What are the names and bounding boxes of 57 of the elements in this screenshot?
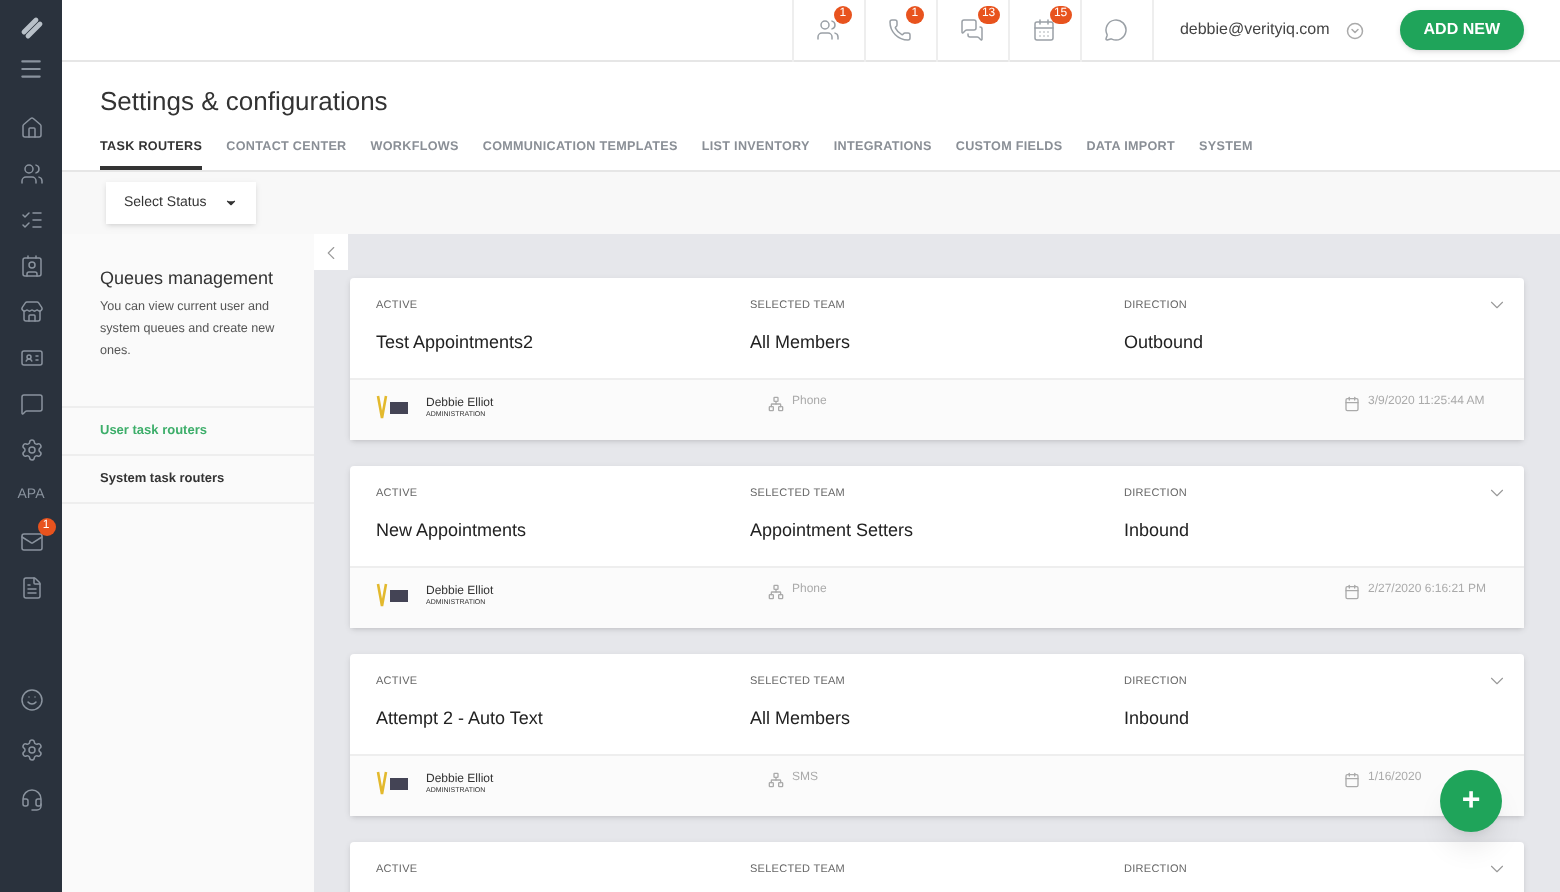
settings-icon (19, 738, 43, 762)
calendar-icon (1032, 18, 1057, 42)
direction-value: Inbound (1124, 520, 1192, 543)
sidebar-item[interactable] (19, 788, 43, 812)
contact-card-icon (19, 254, 43, 278)
direction-value: Outbound (1124, 332, 1206, 355)
calendar-icon (1344, 771, 1360, 788)
caret-icon (224, 196, 239, 211)
panel-title: Queues management (100, 268, 276, 291)
sidebar-item[interactable] (19, 576, 43, 600)
users-icon (816, 18, 841, 42)
routing-icon (768, 771, 784, 788)
sidebar-item[interactable] (19, 116, 43, 140)
smiley-icon (19, 688, 43, 712)
store-icon (19, 300, 43, 324)
messages-icon (960, 18, 985, 42)
team-value: Appointment Setters (750, 520, 916, 543)
logo-icon (19, 16, 43, 40)
team-value: All Members (750, 708, 853, 731)
phone-icon (888, 18, 913, 42)
direction-value: Inbound (1124, 708, 1192, 731)
headset-icon (19, 788, 43, 812)
page-title: Settings & configurations (100, 84, 390, 118)
dropdown-icon[interactable] (1345, 21, 1364, 39)
calendar-icon (1344, 395, 1360, 412)
router-name: New Appointments (376, 520, 529, 543)
user-email[interactable]: debbie@verityiq.com (1179, 18, 1330, 42)
mail-icon (19, 530, 43, 554)
home-icon (19, 116, 43, 140)
add-new-button[interactable]: ADD NEW (1399, 10, 1524, 50)
users-icon (19, 162, 43, 186)
company-logo-icon (376, 394, 410, 421)
sidebar-item[interactable] (19, 162, 43, 186)
sidebar-item[interactable] (19, 392, 43, 416)
chat-icon (19, 392, 43, 416)
list-icon (19, 208, 43, 232)
sidebar-item[interactable] (19, 530, 43, 554)
routing-icon (768, 583, 784, 600)
router-name: Attempt 2 - Auto Text (376, 708, 545, 731)
company-logo-icon (376, 582, 410, 609)
menu-icon[interactable] (18, 56, 44, 82)
company-logo-icon (376, 770, 410, 797)
id-card-icon (19, 346, 43, 370)
settings-icon (19, 438, 43, 462)
sidebar-item[interactable] (19, 738, 43, 762)
file-icon (19, 576, 43, 600)
sidebar-item[interactable] (19, 208, 43, 232)
routing-icon (768, 395, 784, 412)
router-name: Test Appointments2 (376, 332, 536, 355)
sidebar-item[interactable] (19, 346, 43, 370)
chat-icon (1104, 18, 1129, 42)
team-value: All Members (750, 332, 853, 355)
sidebar-item[interactable] (19, 254, 43, 278)
calendar-icon (1344, 583, 1360, 600)
sidebar-item[interactable] (19, 300, 43, 324)
sidebar-item[interactable] (19, 688, 43, 712)
sidebar-item[interactable] (19, 438, 43, 462)
